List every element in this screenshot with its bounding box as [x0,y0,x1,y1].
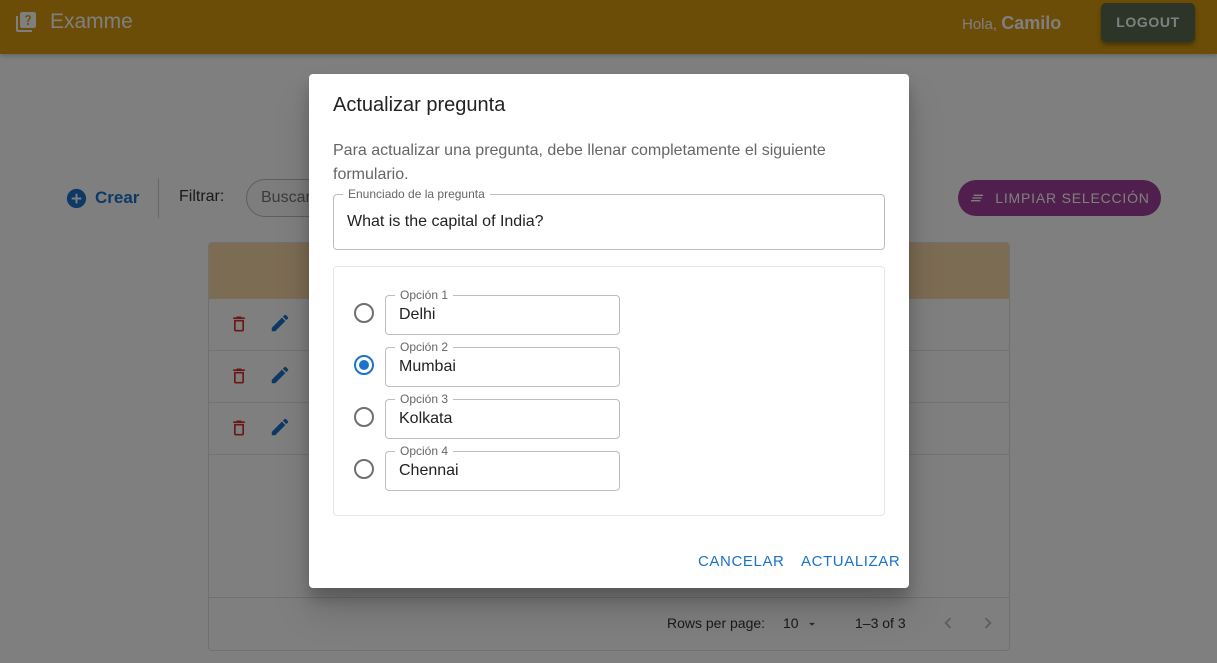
option-3-value: Kolkata [399,410,453,427]
option-4-value: Chennai [399,462,459,479]
dialog-title: Actualizar pregunta [333,94,506,116]
question-field[interactable]: Enunciado de la pregunta What is the cap… [333,187,885,250]
option-2-value: Mumbai [399,358,456,375]
option-4-radio[interactable] [354,459,374,479]
options-group: Opción 1 Delhi Opción 2 Mumbai Opción 3 … [333,266,885,516]
update-button[interactable]: ACTUALIZAR [801,553,900,570]
option-1-field[interactable]: Opción 1 Delhi [385,288,620,335]
option-3-label: Opción 3 [395,392,454,406]
cancel-button[interactable]: CANCELAR [698,553,785,570]
update-question-dialog: Actualizar pregunta Para actualizar una … [309,74,909,588]
option-1-label: Opción 1 [395,288,454,302]
option-1-value: Delhi [399,306,436,323]
option-2-radio[interactable] [354,355,374,375]
question-field-value: What is the capital of India? [347,213,544,230]
option-3-field[interactable]: Opción 3 Kolkata [385,392,620,439]
dialog-description: Para actualizar una pregunta, debe llena… [333,142,826,183]
option-4-field[interactable]: Opción 4 Chennai [385,444,620,491]
question-field-label: Enunciado de la pregunta [343,187,490,201]
option-3-radio[interactable] [354,407,374,427]
option-2-label: Opción 2 [395,340,454,354]
option-2-field[interactable]: Opción 2 Mumbai [385,340,620,387]
option-1-radio[interactable] [354,303,374,323]
option-4-label: Opción 4 [395,444,454,458]
